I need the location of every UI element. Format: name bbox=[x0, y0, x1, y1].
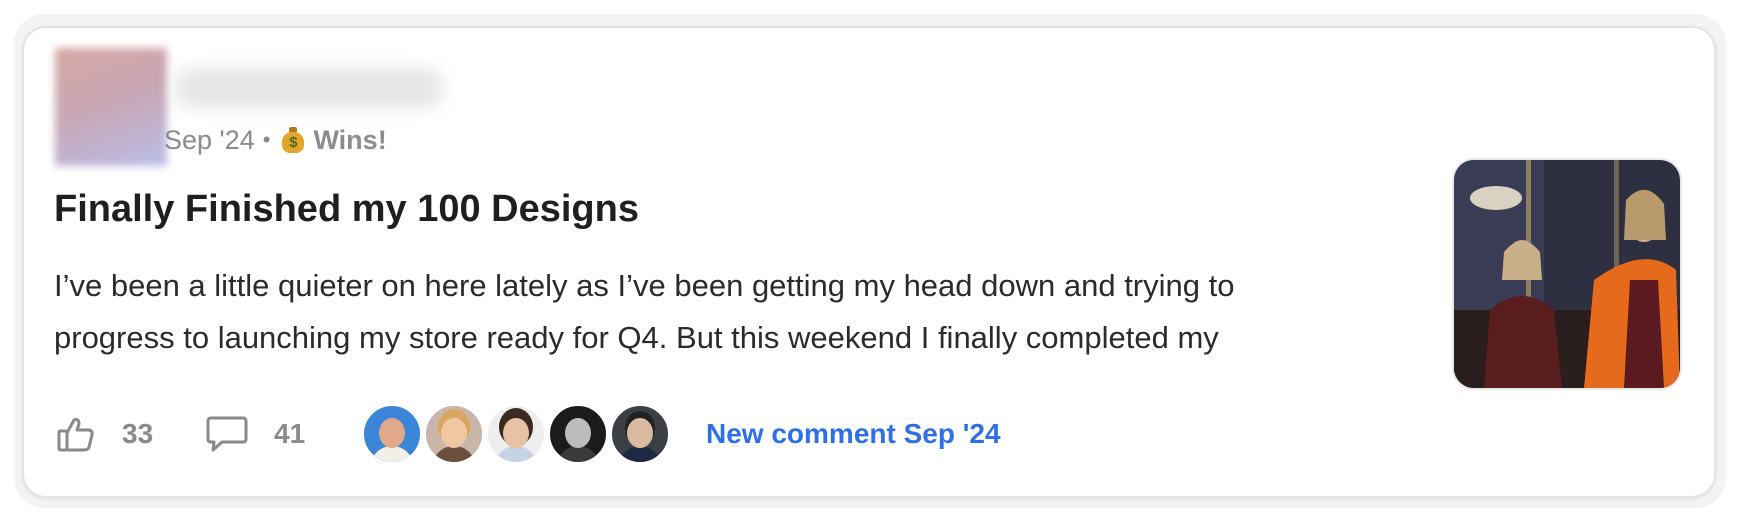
like-count: 33 bbox=[122, 418, 154, 449]
commenter-avatar[interactable] bbox=[548, 404, 608, 464]
commenter-avatar[interactable] bbox=[610, 404, 670, 464]
post-title[interactable]: Finally Finished my 100 Designs bbox=[54, 188, 639, 231]
new-comment-link[interactable]: New comment Sep '24 bbox=[706, 418, 1001, 450]
meta-separator: • bbox=[262, 127, 271, 152]
like-button[interactable]: 33 bbox=[56, 414, 206, 454]
comment-button[interactable]: 41 bbox=[206, 415, 362, 453]
post-thumbnail[interactable] bbox=[1452, 158, 1682, 390]
comment-bubble-icon bbox=[206, 416, 248, 452]
post-excerpt[interactable]: I’ve been a little quieter on here latel… bbox=[54, 260, 1354, 364]
author-name[interactable] bbox=[174, 68, 444, 108]
comment-count: 41 bbox=[274, 418, 306, 449]
money-bag-icon: $ bbox=[282, 127, 305, 153]
commenter-avatar[interactable] bbox=[486, 404, 546, 464]
category-label[interactable]: Wins! bbox=[313, 125, 386, 156]
post-card[interactable]: Sep '24 • $ Wins! Finally Finished my 10… bbox=[22, 26, 1716, 498]
author-avatar[interactable] bbox=[55, 48, 167, 166]
commenter-avatar[interactable] bbox=[362, 404, 422, 464]
post-date: Sep '24 bbox=[164, 124, 255, 155]
commenter-avatars[interactable] bbox=[362, 404, 672, 464]
post-actions: 33 41 New comment Sep '24 bbox=[56, 404, 1001, 464]
post-meta: Sep '24 • $ Wins! bbox=[164, 120, 387, 160]
commenter-avatar[interactable] bbox=[424, 404, 484, 464]
thumbs-up-icon bbox=[57, 418, 94, 452]
